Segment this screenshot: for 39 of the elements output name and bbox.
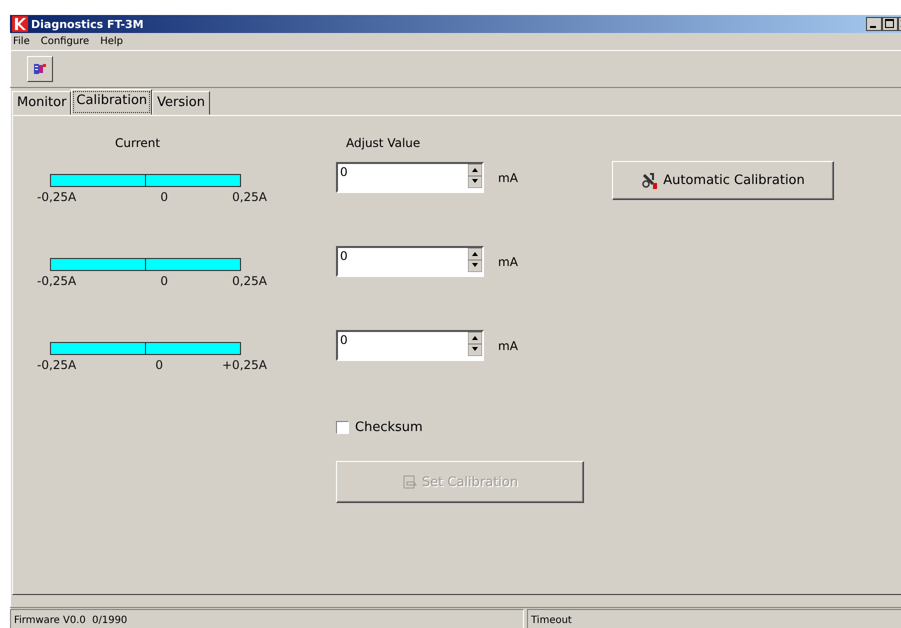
maximize-icon[interactable] xyxy=(882,17,898,31)
menu-item[interactable]: Help xyxy=(99,36,124,47)
spin-arrows-icon[interactable] xyxy=(468,332,482,356)
spin-arrows-icon[interactable] xyxy=(468,164,482,188)
unit-label: mA xyxy=(498,171,518,185)
spin-field[interactable]: 0 xyxy=(336,330,484,361)
status-text: Firmware V0.0 0/1990 xyxy=(10,609,524,628)
checksum-checkbox[interactable]: Checksum xyxy=(336,420,606,435)
app-logo-icon xyxy=(12,16,28,32)
scale-min-label: -0,25A xyxy=(37,274,76,288)
unit-label: mA xyxy=(498,255,518,269)
tools-icon xyxy=(641,172,660,190)
section-heading: Adjust Value xyxy=(346,136,422,150)
spin-arrows-icon[interactable] xyxy=(468,248,482,272)
scale-min-label: -0,25A xyxy=(37,190,76,204)
tab[interactable]: Calibration xyxy=(71,89,152,115)
scale-max-label: 0,25A xyxy=(232,274,267,288)
unit-label: mA xyxy=(498,339,518,353)
automatic-calibration-button[interactable]: Automatic Calibration xyxy=(612,161,834,200)
scale-min-label: -0,25A xyxy=(37,358,76,372)
tab[interactable]: Version xyxy=(152,91,210,115)
connector-icon xyxy=(33,62,47,76)
spin-field[interactable]: 0 xyxy=(336,246,484,277)
scale-max-label: 0,25A xyxy=(232,190,267,204)
window-title: Diagnostics FT-3M xyxy=(31,18,145,30)
scale-mid-label: 0 xyxy=(160,274,168,288)
scale-mid-label: 0 xyxy=(160,190,168,204)
checkbox-icon[interactable] xyxy=(336,421,349,434)
minimize-icon[interactable] xyxy=(866,17,882,31)
toolbar-button[interactable] xyxy=(27,56,53,82)
status-text: Timeout xyxy=(527,609,901,628)
menu-item[interactable]: File xyxy=(12,36,31,47)
tab[interactable]: Monitor xyxy=(12,91,72,115)
spin-field[interactable]: 0 xyxy=(336,162,484,193)
scale-max-label: +0,25A xyxy=(222,358,267,372)
scale-mid-label: 0 xyxy=(155,358,163,372)
clipboard-icon xyxy=(402,474,418,490)
section-heading: Current xyxy=(115,136,162,150)
menu-item[interactable]: Configure xyxy=(40,36,90,47)
